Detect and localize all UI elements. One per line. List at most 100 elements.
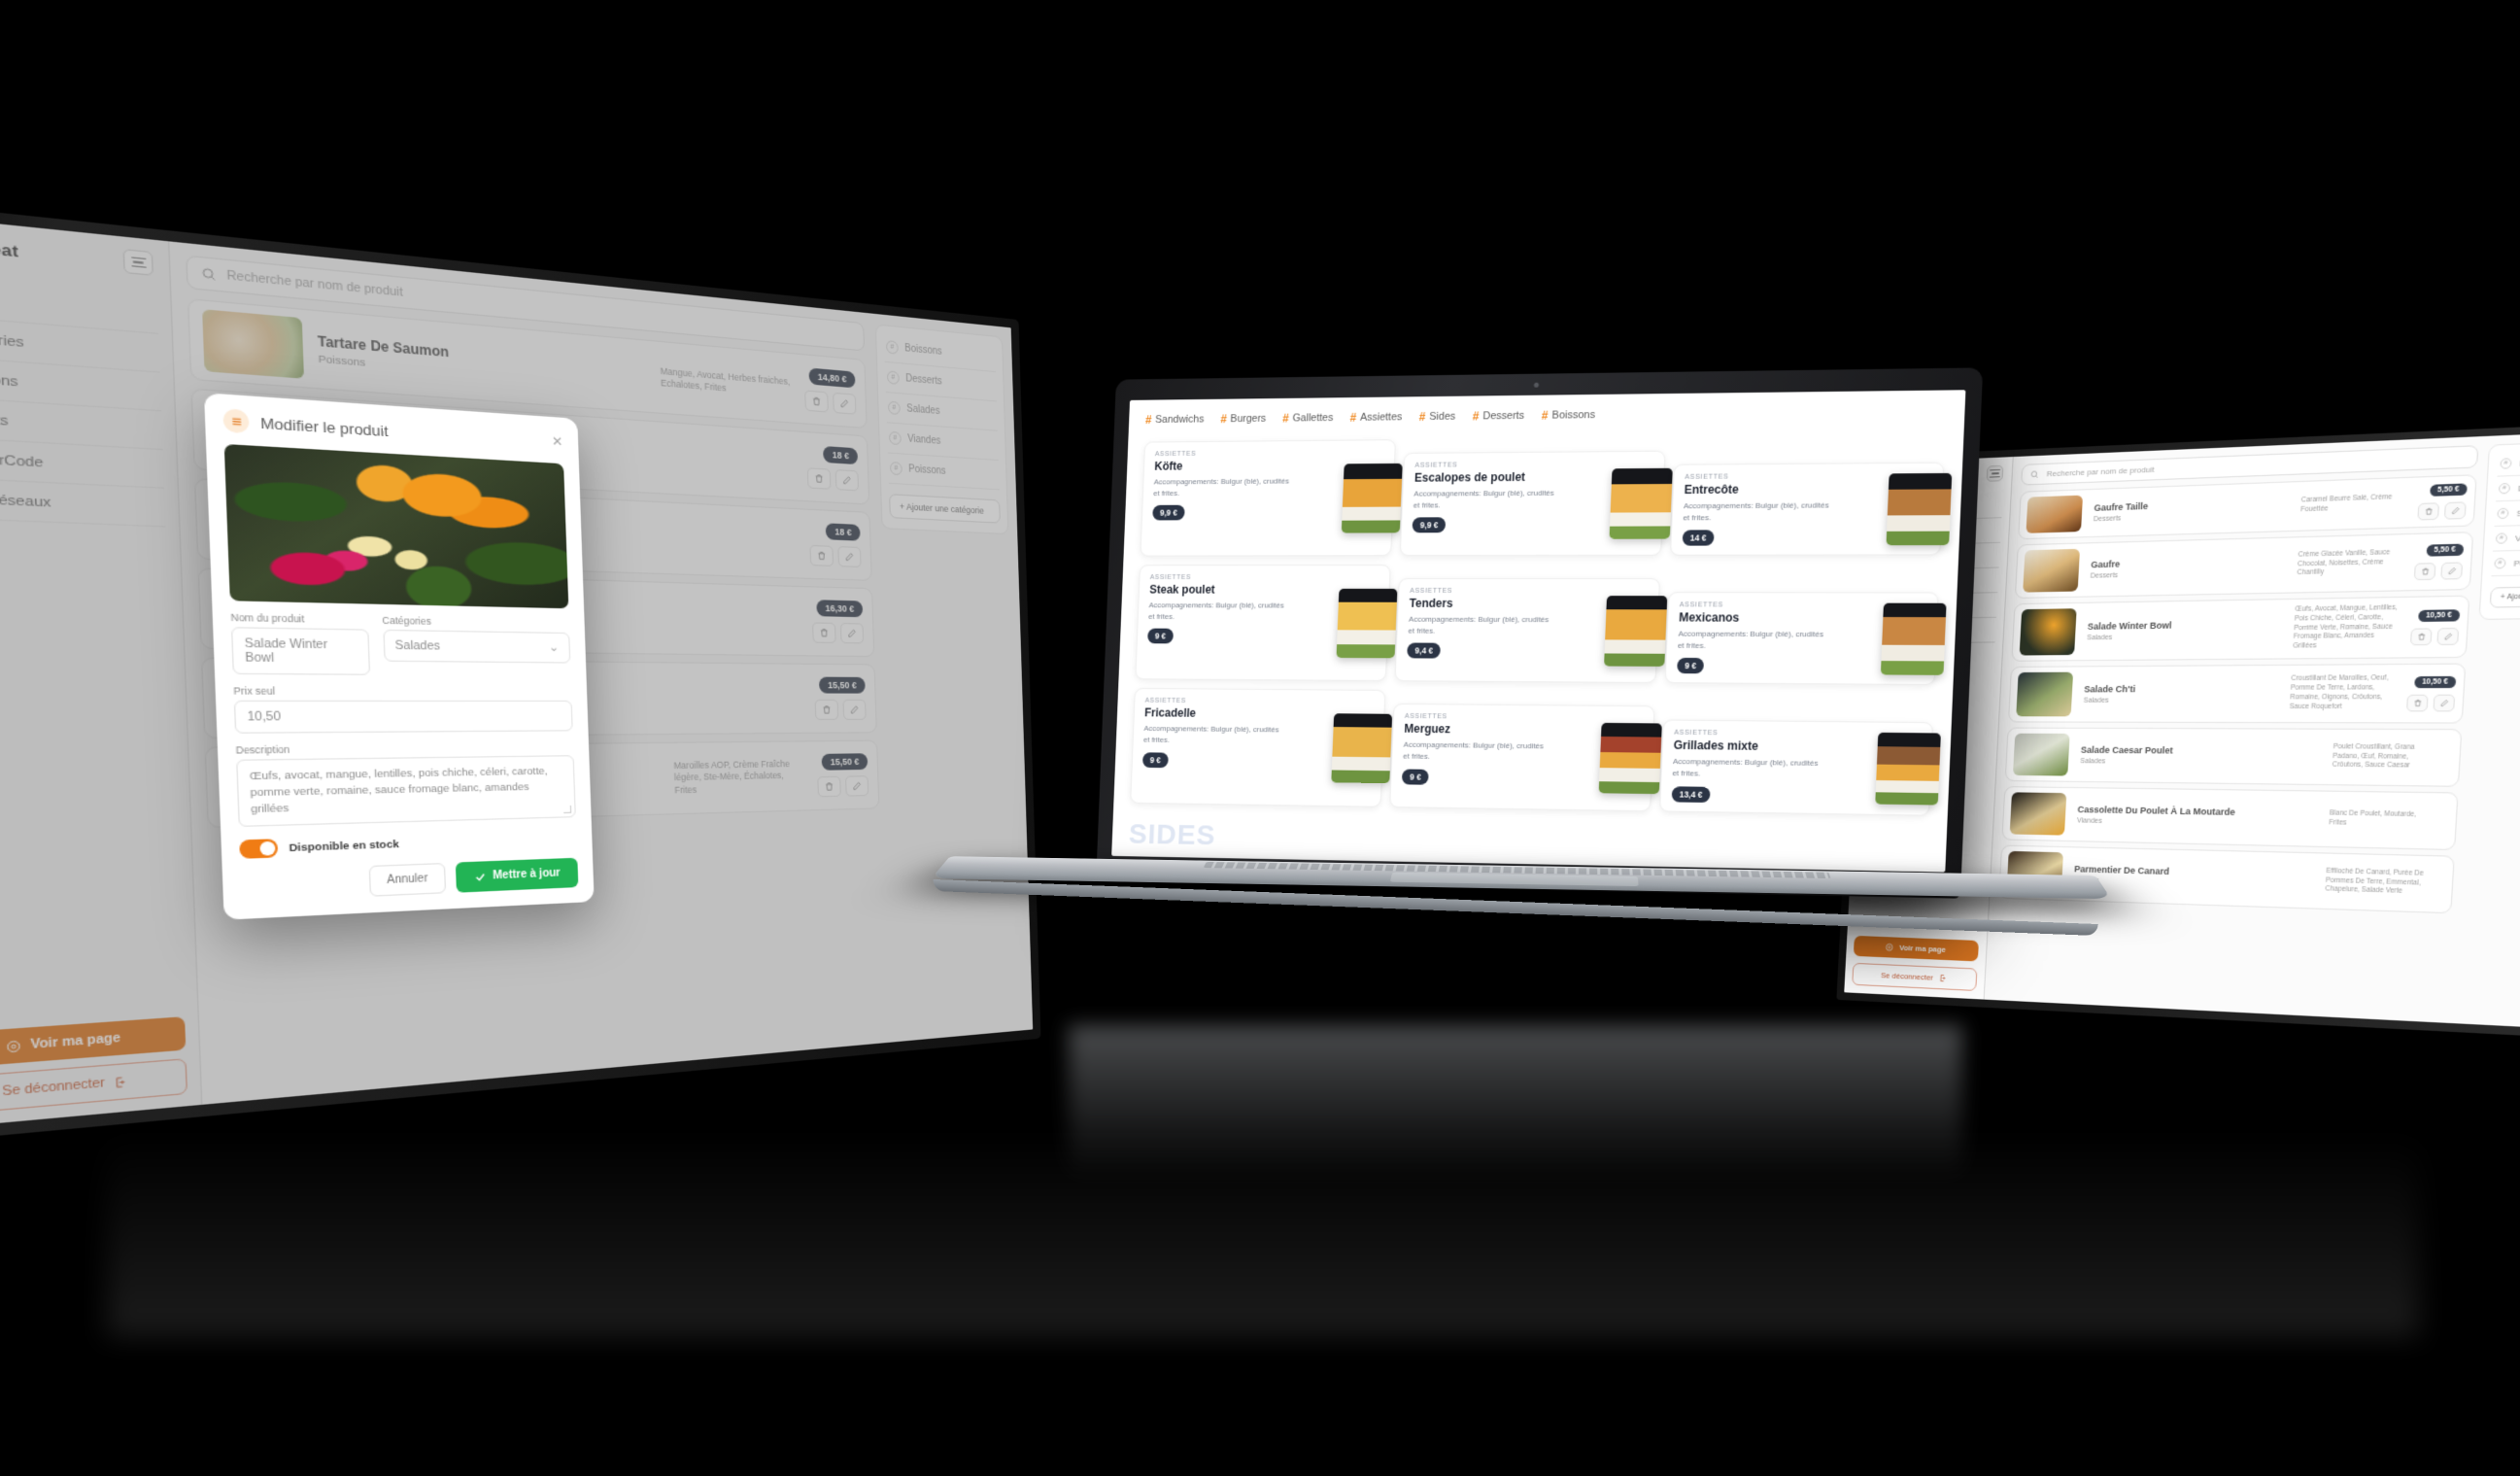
product-image-preview[interactable] <box>223 443 569 609</box>
delete-button[interactable] <box>2417 501 2440 520</box>
submit-button[interactable]: Mettre à jour <box>455 858 579 894</box>
hamburger-icon[interactable] <box>1986 464 2004 482</box>
menu-card-body: ASSIETTES Tenders Accompagnements: Bulgu… <box>1407 588 1592 673</box>
menu-card[interactable]: ASSIETTES Merguez Accompagnements: Bulgu… <box>1389 704 1662 811</box>
price-input[interactable]: 10,50 <box>233 700 573 734</box>
price-wrap: 9 € <box>1676 658 1705 674</box>
category-item-salades[interactable]: # Salades <box>2494 498 2520 528</box>
edit-product-modal: Modifier le produit ✕ Nom du produit Sal… <box>204 393 595 921</box>
tab-label: Burgers <box>1230 412 1267 426</box>
price-badge: 13,4 € <box>1671 785 1711 803</box>
tab-sides[interactable]: # Sides <box>1419 410 1456 424</box>
category-label: Catégories <box>382 614 432 628</box>
hash-icon: # <box>1472 409 1480 424</box>
menu-card-prices: 9 € <box>1676 658 1866 674</box>
stock-toggle[interactable] <box>239 839 279 860</box>
table-row[interactable]: Salade Caesar Poulet Salades Poulet Crou… <box>2004 727 2463 787</box>
hash-icon: # <box>2494 558 2506 569</box>
device-desktop-monitor: Scaneat Profile <box>0 199 1041 1145</box>
price-wrap: 9,9 € <box>1152 504 1185 521</box>
tab-desserts[interactable]: # Desserts <box>1472 409 1525 424</box>
category-item-viandes[interactable]: # Viandes <box>2492 523 2520 552</box>
edit-button[interactable] <box>2443 500 2467 520</box>
menu-card-name: Fricadelle <box>1143 705 1197 721</box>
edit-button[interactable] <box>2440 561 2464 580</box>
trash-icon <box>2424 506 2434 515</box>
monitor-screen: Scaneat Profile <box>0 212 1034 1130</box>
description-label: Description <box>235 743 290 757</box>
close-icon[interactable]: ✕ <box>552 433 563 450</box>
menu-card[interactable]: ASSIETTES Mexicanos Accompagnements: Bul… <box>1664 592 1947 686</box>
product-name-input[interactable]: Salade Winter Bowl <box>230 627 370 675</box>
price-badge: 9 € <box>1676 658 1705 674</box>
delete-button[interactable] <box>2409 627 2433 645</box>
product-category: Salades <box>2083 697 2109 705</box>
table-row[interactable]: Salade Ch'ti Salades Croustillant De Mar… <box>2007 663 2467 724</box>
category-label: Salades <box>2516 506 2520 519</box>
menu-card[interactable]: ASSIETTES Grillades mixte Accompagnement… <box>1658 719 1941 816</box>
tab-assiettes[interactable]: # Assiettes <box>1349 410 1403 425</box>
scene-root: Scaneat Profile <box>0 0 2520 1476</box>
price-badge: 9 € <box>1402 769 1429 785</box>
menu-card[interactable]: ASSIETTES Fricadelle Accompagnements: Bu… <box>1130 688 1393 807</box>
menu-card[interactable]: ASSIETTES Entrecôte Accompagnements: Bul… <box>1669 462 1953 556</box>
delete-button[interactable] <box>2413 562 2436 580</box>
price-badge: 14 € <box>1682 530 1715 546</box>
tab-label: Sandwichs <box>1154 413 1205 426</box>
row-actions <box>2417 500 2467 520</box>
hash-icon: # <box>2498 482 2511 495</box>
price-badge: 10,50 € <box>2417 608 2461 622</box>
row-right: 10,50 € <box>2405 675 2457 711</box>
pencil-square-icon <box>2439 699 2449 707</box>
delete-button[interactable] <box>2405 694 2429 711</box>
price-badge: 5,50 € <box>2426 543 2465 557</box>
table-row[interactable]: Gaufre Desserts Crème Glacée Vanille, Sa… <box>2014 532 2474 599</box>
menu-card[interactable]: ASSIETTES Escalopes de poulet Accompagne… <box>1400 450 1673 557</box>
tab-sandwichs[interactable]: # Sandwichs <box>1145 413 1205 427</box>
product-thumbnail <box>2023 548 2081 593</box>
product-info: Salade Winter Bowl Salades <box>2087 618 2282 641</box>
tab-boissons[interactable]: # Boissons <box>1542 408 1596 423</box>
add-category-button[interactable]: + Ajouter une catégorie <box>2489 585 2520 608</box>
hash-icon: # <box>1220 412 1227 427</box>
category-item-desserts[interactable]: # Desserts <box>2495 472 2520 502</box>
tab-burgers[interactable]: # Burgers <box>1220 412 1266 426</box>
table-row[interactable]: Cassolette Du Poulet À La Moutarde Viand… <box>2001 786 2459 851</box>
edit-button[interactable] <box>2436 627 2460 645</box>
category-selected-value: Salades <box>394 638 441 654</box>
table-row[interactable]: Gaufre Taille Desserts Caramel Beurre Sa… <box>2018 474 2477 540</box>
tab-label: Assiettes <box>1359 411 1403 424</box>
menu-card-prices: 14 € <box>1682 530 1871 546</box>
pencil-square-icon <box>2450 505 2460 514</box>
trash-icon <box>2420 566 2430 575</box>
product-list-column: Recherche par nom de produit Gaufre Tail… <box>1985 436 2490 1023</box>
description-field-wrap: Description Œufs, avocat, mangue, lentil… <box>235 740 576 828</box>
search-icon <box>2029 469 2039 479</box>
category-field-wrap: Catégories Salades <box>382 614 571 676</box>
menu-card-name: Tenders <box>1409 597 1453 611</box>
category-item-boissons[interactable]: # Boissons <box>2497 447 2520 477</box>
menu-card-description: Accompagnements: Bulgur (blé), crudités … <box>1413 488 1554 510</box>
product-name: Salade Winter Bowl <box>2087 620 2172 632</box>
menu-card[interactable]: ASSIETTES Steak poulet Accompagnements: … <box>1135 565 1398 682</box>
category-item-poissons[interactable]: # Poissons <box>2491 548 2520 577</box>
scaneat-logo-icon <box>222 408 250 434</box>
price-wrap: 9,4 € <box>1407 642 1442 659</box>
cancel-button[interactable]: Annuler <box>368 863 447 898</box>
admin-content-tablet: Recherche par nom de produit Gaufre Tail… <box>1985 430 2520 1031</box>
category-select[interactable]: Salades <box>382 629 571 664</box>
menu-card[interactable]: ASSIETTES Tenders Accompagnements: Bulgu… <box>1394 578 1667 684</box>
laptop-camera-icon <box>1533 382 1540 388</box>
price-badge: 9,9 € <box>1412 517 1447 533</box>
row-right: 10,50 € <box>2409 608 2461 645</box>
hash-icon: # <box>2495 532 2508 544</box>
table-row[interactable]: Salade Winter Bowl Salades Œufs, Avocat,… <box>2011 595 2470 662</box>
edit-button[interactable] <box>2433 694 2456 711</box>
description-textarea[interactable]: Œufs, avocat, mangue, lentilles, pois ch… <box>236 755 576 828</box>
price-badge: 5,50 € <box>2429 482 2468 497</box>
search-placeholder: Recherche par nom de produit <box>2046 464 2155 479</box>
product-thumbnail <box>2012 733 2070 776</box>
menu-card[interactable]: ASSIETTES Köfte Accompagnements: Bulgur … <box>1140 439 1404 557</box>
row-right: 5,50 € <box>2417 482 2468 520</box>
tab-gallettes[interactable]: # Gallettes <box>1282 411 1334 426</box>
